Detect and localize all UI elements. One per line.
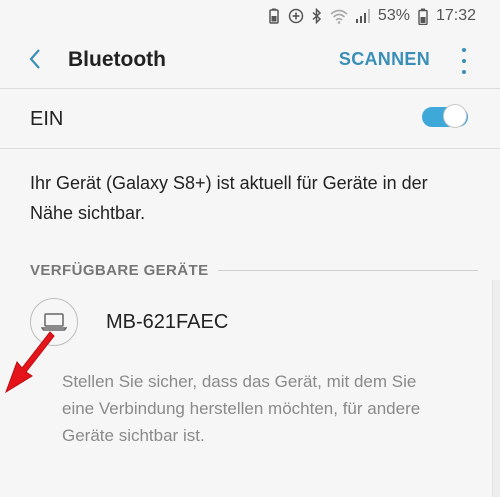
more-dot [462, 48, 466, 52]
more-dot [462, 59, 466, 63]
status-bar: 53% 17:32 [0, 0, 500, 32]
bluetooth-switch[interactable] [422, 104, 468, 128]
toggle-label: EIN [30, 108, 64, 130]
battery-icon [418, 8, 428, 25]
battery-percent: 53% [377, 7, 410, 24]
scan-button[interactable]: SCANNEN [339, 49, 430, 70]
wifi-icon [330, 9, 348, 24]
more-dot [462, 70, 466, 74]
chevron-left-icon [28, 48, 42, 75]
more-options-button[interactable] [458, 48, 470, 74]
page-title: Bluetooth [68, 48, 166, 71]
back-button[interactable] [20, 46, 50, 76]
device-name: MB-621FAEC [106, 311, 229, 333]
app-bar: Bluetooth SCANNEN [0, 34, 500, 88]
divider [0, 88, 500, 89]
data-saver-icon [288, 8, 304, 24]
hint-text: Stellen Sie sicher, dass das Gerät, mit … [62, 372, 421, 445]
switch-thumb [443, 104, 467, 128]
battery-saver-icon [268, 8, 280, 24]
clock: 17:32 [435, 7, 476, 24]
visibility-text: Ihr Gerät (Galaxy S8+) ist aktuell für G… [30, 173, 428, 223]
scroll-edge [492, 280, 500, 497]
section-line [218, 270, 478, 271]
red-arrow-annotation [0, 320, 60, 400]
section-title: VERFÜGBARE GERÄTE [30, 262, 209, 279]
signal-icon [355, 9, 370, 23]
divider [0, 148, 500, 149]
bluetooth-icon [312, 8, 322, 24]
available-devices-header: VERFÜGBARE GERÄTE [30, 262, 478, 279]
